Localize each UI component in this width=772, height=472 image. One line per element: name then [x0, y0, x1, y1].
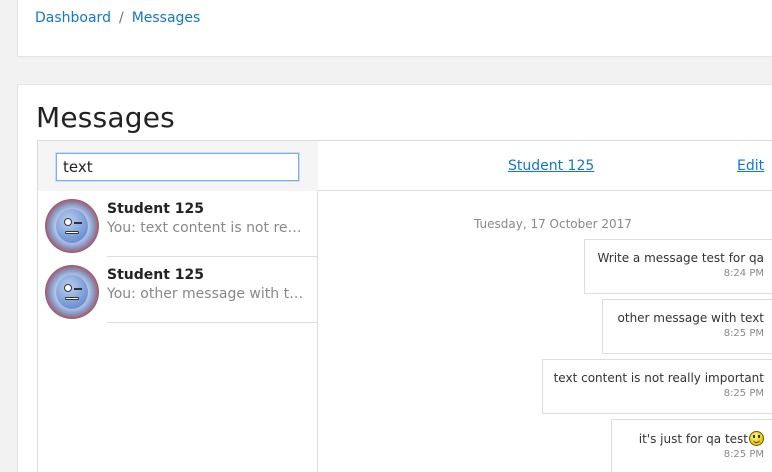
message-text: text content is not really important: [553, 371, 764, 385]
breadcrumb-separator: /: [118, 10, 124, 26]
message-bubble: text content is not really important 8:2…: [542, 359, 772, 414]
divider: [107, 322, 318, 323]
message-text: other message with text: [617, 311, 764, 325]
message-text: Write a message test for qa: [597, 251, 764, 265]
message-text-wrap: it's just for qa test: [622, 431, 764, 446]
message-text: it's just for qa test: [638, 432, 748, 446]
page-title: Messages: [36, 101, 175, 134]
smiley-icon: [749, 431, 764, 446]
breadcrumb-dashboard-link[interactable]: Dashboard: [35, 10, 111, 26]
conversation-name: Student 125: [107, 267, 205, 283]
avatar: [45, 199, 99, 253]
breadcrumb-messages-link[interactable]: Messages: [132, 10, 201, 26]
message-bubble: other message with text 8:25 PM: [602, 299, 772, 354]
breadcrumb: Dashboard / Messages: [35, 10, 200, 26]
edit-link[interactable]: Edit: [737, 158, 764, 174]
message-time: 8:25 PM: [723, 328, 764, 339]
main-card: Messages Student 125 You: text content i…: [17, 84, 772, 472]
avatar: [45, 265, 99, 319]
search-input[interactable]: [56, 153, 299, 181]
message-bubble: Write a message test for qa 8:24 PM: [584, 239, 772, 294]
conversation-item[interactable]: Student 125 You: other message with text: [38, 257, 318, 323]
message-time: 8:25 PM: [723, 449, 764, 460]
conversation-preview: You: text content is not really importan…: [107, 220, 307, 236]
search-area: [38, 141, 318, 191]
conversation-preview: You: other message with text: [107, 286, 307, 302]
conversation-item[interactable]: Student 125 You: text content is not rea…: [38, 191, 318, 257]
message-time: 8:24 PM: [723, 268, 764, 279]
date-heading: Tuesday, 17 October 2017: [474, 217, 632, 231]
message-time: 8:25 PM: [723, 388, 764, 399]
contact-name-link[interactable]: Student 125: [508, 158, 594, 174]
conversation-list-panel: Student 125 You: text content is not rea…: [38, 141, 318, 472]
message-panel-header: Student 125 Edit: [318, 141, 772, 191]
messaging-area: Student 125 You: text content is not rea…: [37, 140, 772, 472]
conversation-name: Student 125: [107, 201, 205, 217]
message-bubble: it's just for qa test 8:25 PM: [611, 419, 772, 472]
message-panel: Student 125 Edit Tuesday, 17 October 201…: [318, 141, 772, 472]
breadcrumb-card: Dashboard / Messages: [17, 0, 772, 57]
